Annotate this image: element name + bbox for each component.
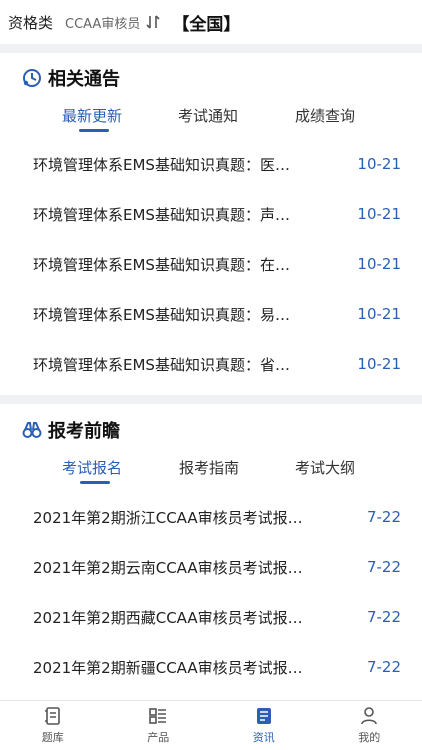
preview-header: 报考前瞻 xyxy=(22,417,120,443)
item-title: 环境管理体系EMS基础知识真题：医… xyxy=(33,155,290,174)
notices-title: 相关通告 xyxy=(48,69,120,90)
item-date: 7-22 xyxy=(366,658,401,676)
tab-registration[interactable]: 考试报名 xyxy=(62,457,122,478)
item-title: 环境管理体系EMS基础知识真题：声… xyxy=(33,205,290,224)
tab-exam-notice[interactable]: 考试通知 xyxy=(178,105,238,126)
list-item[interactable]: 环境管理体系EMS基础知识真题：声… 10-21 xyxy=(33,199,401,229)
tab-guide[interactable]: 报考指南 xyxy=(179,457,239,478)
item-date: 10-21 xyxy=(357,205,401,223)
category-label[interactable]: 资格类 xyxy=(8,12,53,33)
list-item[interactable]: 环境管理体系EMS基础知识真题：易… 10-21 xyxy=(33,299,401,329)
news-icon xyxy=(256,708,271,724)
nav-label: 资讯 xyxy=(252,731,275,744)
notices-tabs: 最新更新 考试通知 成绩查询 xyxy=(0,105,422,135)
tab-syllabus[interactable]: 考试大纲 xyxy=(295,457,355,478)
top-bar: 资格类 CCAA审核员 【全国】 xyxy=(0,0,422,44)
preview-title: 报考前瞻 xyxy=(48,421,120,442)
item-title: 2021年第2期浙江CCAA审核员考试报… xyxy=(33,508,303,527)
item-date: 10-21 xyxy=(357,155,401,173)
item-title: 2021年第2期西藏CCAA审核员考试报… xyxy=(33,608,303,627)
item-title: 环境管理体系EMS基础知识真题：省… xyxy=(33,355,290,374)
nav-label: 题库 xyxy=(41,731,64,744)
notices-section: 相关通告 最新更新 考试通知 成绩查询 环境管理体系EMS基础知识真题：医… 1… xyxy=(0,53,422,395)
question-bank-icon xyxy=(44,707,60,725)
active-tab-indicator xyxy=(79,129,109,132)
tab-latest[interactable]: 最新更新 xyxy=(62,105,122,126)
list-item[interactable]: 环境管理体系EMS基础知识真题：在… 10-21 xyxy=(33,249,401,279)
list-item[interactable]: 2021年第2期西藏CCAA审核员考试报… 7-22 xyxy=(33,602,401,632)
item-date: 10-21 xyxy=(357,305,401,323)
tab-score-query[interactable]: 成绩查询 xyxy=(295,105,355,126)
nav-label: 我的 xyxy=(358,731,381,744)
item-date: 10-21 xyxy=(357,355,401,373)
item-title: 2021年第2期云南CCAA审核员考试报… xyxy=(33,558,303,577)
preview-tabs: 考试报名 报考指南 考试大纲 xyxy=(0,457,422,487)
nav-question-bank[interactable]: 题库 xyxy=(0,701,106,750)
products-icon xyxy=(149,708,167,724)
list-item[interactable]: 2021年第2期浙江CCAA审核员考试报… 7-22 xyxy=(33,502,401,532)
item-date: 7-22 xyxy=(366,608,401,626)
item-date: 7-22 xyxy=(366,558,401,576)
list-item[interactable]: 2021年第2期云南CCAA审核员考试报… 7-22 xyxy=(33,552,401,582)
nav-news[interactable]: 资讯 xyxy=(211,701,317,750)
preview-section: 报考前瞻 考试报名 报考指南 考试大纲 2021年第2期浙江CCAA审核员考试报… xyxy=(0,404,422,700)
nav-profile[interactable]: 我的 xyxy=(317,701,422,750)
binoculars-icon xyxy=(22,420,42,440)
item-date: 7-22 xyxy=(366,508,401,526)
bottom-nav: 题库 产品 资讯 我的 xyxy=(0,700,422,750)
divider xyxy=(0,395,422,404)
item-title: 2021年第2期新疆CCAA审核员考试报… xyxy=(33,658,303,677)
exam-selector[interactable]: CCAA审核员 xyxy=(65,13,140,32)
list-item[interactable]: 环境管理体系EMS基础知识真题：省… 10-21 xyxy=(33,349,401,379)
nav-products[interactable]: 产品 xyxy=(106,701,212,750)
active-tab-indicator xyxy=(80,481,110,484)
notice-icon xyxy=(22,68,42,88)
swap-icon[interactable] xyxy=(146,14,160,30)
nav-label: 产品 xyxy=(147,731,170,744)
region-selector[interactable]: 【全国】 xyxy=(172,10,240,35)
profile-icon xyxy=(361,707,378,725)
list-item[interactable]: 2021年第2期新疆CCAA审核员考试报… 7-22 xyxy=(33,652,401,682)
item-date: 10-21 xyxy=(357,255,401,273)
divider xyxy=(0,44,422,53)
item-title: 环境管理体系EMS基础知识真题：在… xyxy=(33,255,290,274)
notices-header: 相关通告 xyxy=(22,65,120,91)
item-title: 环境管理体系EMS基础知识真题：易… xyxy=(33,305,290,324)
list-item[interactable]: 环境管理体系EMS基础知识真题：医… 10-21 xyxy=(33,149,401,179)
